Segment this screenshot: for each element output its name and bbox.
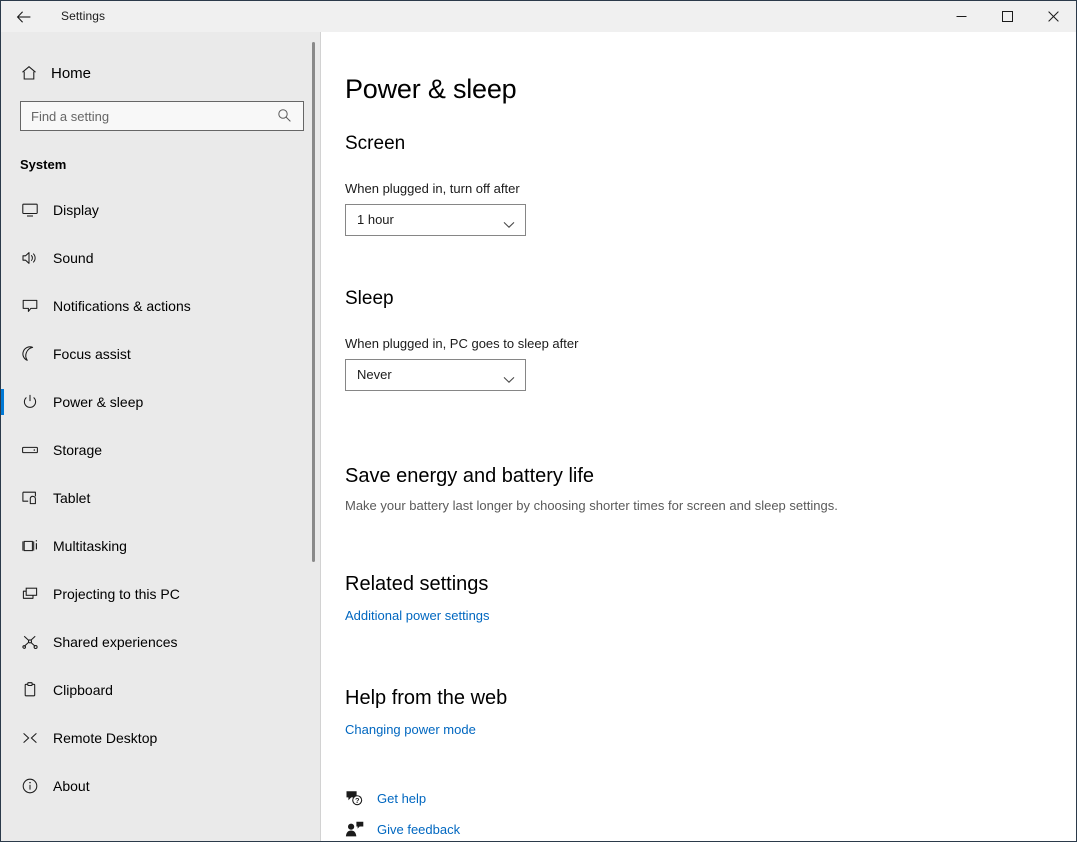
sidebar-item-label: Clipboard: [53, 682, 113, 698]
sidebar-item-multitasking[interactable]: Multitasking: [1, 522, 320, 570]
share-nodes-icon: [20, 632, 40, 652]
sidebar-item-label: Projecting to this PC: [53, 586, 180, 602]
back-arrow-icon: [16, 10, 31, 23]
sleep-timeout-dropdown[interactable]: Never: [345, 358, 526, 391]
caption-buttons: [938, 1, 1076, 32]
title-bar: Settings: [1, 1, 1076, 32]
sidebar-item-display[interactable]: Display: [1, 186, 320, 234]
power-icon: [20, 392, 40, 412]
save-energy-heading: Save energy and battery life: [345, 464, 595, 487]
sleep-field-label: When plugged in, PC goes to sleep after: [345, 335, 579, 351]
sidebar-item-label: About: [53, 778, 90, 794]
home-icon: [20, 64, 40, 82]
search-input[interactable]: [20, 101, 304, 131]
screen-timeout-value: 1 hour: [357, 212, 394, 228]
sidebar-item-clipboard[interactable]: Clipboard: [1, 666, 320, 714]
changing-power-mode-link[interactable]: Changing power mode: [345, 722, 476, 737]
related-settings-heading: Related settings: [345, 572, 489, 595]
sidebar-item-label: Display: [53, 202, 99, 218]
info-icon: [20, 776, 40, 796]
sidebar-item-label: Tablet: [53, 490, 91, 506]
sidebar-item-label: Focus assist: [53, 346, 131, 362]
sidebar-nav-list: Display Sound Notifications & actions Fo…: [1, 182, 320, 841]
multitasking-icon: [20, 536, 40, 556]
give-feedback-row[interactable]: Give feedback: [345, 814, 1076, 841]
sidebar-item-focus-assist[interactable]: Focus assist: [1, 330, 320, 378]
sidebar-item-shared-experiences[interactable]: Shared experiences: [1, 618, 320, 666]
sleep-timeout-value: Never: [357, 367, 392, 383]
maximize-button[interactable]: [984, 1, 1030, 32]
sidebar-item-notifications[interactable]: Notifications & actions: [1, 282, 320, 330]
give-feedback-label: Give feedback: [377, 821, 461, 837]
remote-desktop-icon: [20, 728, 40, 748]
maximize-icon: [1001, 11, 1013, 22]
main-content: Power & sleep Screen When plugged in, tu…: [321, 32, 1076, 841]
help-from-web-heading: Help from the web: [345, 686, 508, 709]
search-box: [20, 101, 304, 131]
page-title: Power & sleep: [345, 74, 517, 104]
screen-field-label: When plugged in, turn off after: [345, 180, 520, 196]
additional-power-settings-link[interactable]: Additional power settings: [345, 608, 490, 623]
monitor-icon: [20, 200, 40, 220]
get-help-row[interactable]: ? Get help: [345, 783, 1076, 814]
give-feedback-icon: [345, 820, 371, 839]
sidebar-item-sound[interactable]: Sound: [1, 234, 320, 282]
sidebar-item-power-and-sleep[interactable]: Power & sleep: [1, 378, 320, 426]
project-screen-icon: [20, 584, 40, 604]
sidebar-item-label: Power & sleep: [53, 394, 144, 410]
get-help-label: Get help: [377, 790, 427, 806]
screen-timeout-dropdown[interactable]: 1 hour: [345, 203, 526, 236]
sidebar-item-tablet[interactable]: Tablet: [1, 474, 320, 522]
screen-section-heading: Screen: [345, 132, 406, 154]
sidebar-item-about[interactable]: About: [1, 762, 320, 810]
sidebar-category-label: System: [20, 157, 67, 172]
notification-icon: [20, 296, 40, 316]
window-body: Home System: [1, 32, 1076, 841]
sidebar: Home System: [1, 32, 321, 841]
get-help-icon: ?: [345, 789, 371, 808]
minimize-button[interactable]: [938, 1, 984, 32]
chevron-down-icon: [503, 216, 515, 234]
minimize-icon: [956, 16, 966, 17]
settings-window: Settings Home Find a setting System Disp…: [0, 0, 1077, 842]
drive-icon: [20, 440, 40, 460]
tablet-icon: [20, 488, 40, 508]
sidebar-item-projecting[interactable]: Projecting to this PC: [1, 570, 320, 618]
sleep-section-heading: Sleep: [345, 287, 394, 309]
chevron-down-icon: [503, 371, 515, 389]
sidebar-item-label: Remote Desktop: [53, 730, 158, 746]
footer-links: ? Get help Give feedback: [345, 783, 1076, 841]
speaker-icon: [20, 248, 40, 268]
back-button[interactable]: [1, 1, 47, 32]
sidebar-item-remote-desktop[interactable]: Remote Desktop: [1, 714, 320, 762]
save-energy-description: Make your battery last longer by choosin…: [345, 497, 838, 513]
sidebar-item-label: Multitasking: [53, 538, 127, 554]
close-button[interactable]: [1030, 1, 1076, 32]
sidebar-item-label: Storage: [53, 442, 103, 458]
moon-icon: [20, 344, 40, 364]
sidebar-item-home[interactable]: Home: [1, 53, 320, 93]
sidebar-item-storage[interactable]: Storage: [1, 426, 320, 474]
app-title: Settings: [61, 9, 106, 23]
sidebar-item-label: Notifications & actions: [53, 298, 191, 314]
sidebar-scroll-thumb[interactable]: [312, 42, 315, 562]
close-icon: [1047, 11, 1059, 22]
sidebar-item-label: Sound: [53, 250, 94, 266]
sidebar-item-label: Shared experiences: [53, 634, 178, 650]
clipboard-icon: [20, 680, 40, 700]
svg-text:?: ?: [355, 796, 360, 805]
sidebar-scrollbar[interactable]: [308, 42, 318, 793]
sidebar-home-label: Home: [51, 64, 92, 82]
